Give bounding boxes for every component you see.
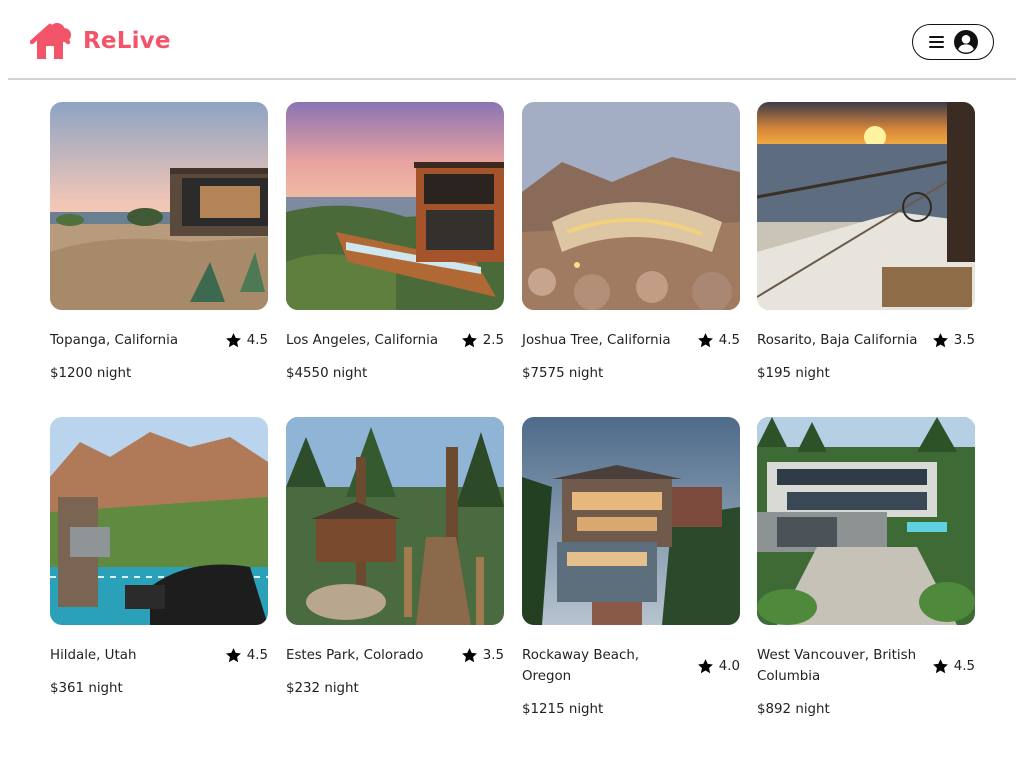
listing-price: $195 night: [757, 366, 830, 381]
listing-photo[interactable]: [757, 102, 975, 310]
listing-photo[interactable]: [757, 417, 975, 625]
listing-location[interactable]: Los Angeles, California: [286, 330, 438, 351]
star-icon: [225, 648, 241, 663]
rating-value: 4.5: [953, 658, 975, 674]
star-icon: [932, 658, 948, 673]
listing-photo[interactable]: [286, 102, 504, 310]
star-icon: [932, 333, 948, 348]
house-logo-icon: [30, 23, 71, 59]
listing-price: $1200 night: [50, 366, 132, 381]
rating-value: 4.5: [246, 648, 268, 663]
star-icon: [225, 333, 241, 348]
rating-value: 3.5: [953, 333, 975, 348]
listing-rating: 4.5: [932, 656, 975, 677]
listing-location[interactable]: West Vancouver, British Columbia: [757, 645, 922, 687]
listing-price: $361 night: [50, 681, 123, 696]
listing-card[interactable]: Los Angeles, California 2.5 $4550 night: [286, 102, 504, 383]
listing-photo[interactable]: [522, 417, 740, 625]
listing-rating: 3.5: [461, 645, 504, 666]
listing-price: $4550 night: [286, 366, 368, 381]
rating-value: 4.0: [718, 658, 740, 674]
listing-card[interactable]: Hildale, Utah 4.5 $361 night: [50, 417, 268, 698]
rating-value: 3.5: [482, 648, 504, 663]
star-icon: [461, 333, 477, 348]
listing-rating: 4.5: [225, 330, 268, 351]
listing-rating: 2.5: [461, 330, 504, 351]
listing-card[interactable]: Joshua Tree, California 4.5 $7575 night: [522, 102, 740, 383]
listing-photo[interactable]: [50, 417, 268, 625]
rating-value: 4.5: [246, 333, 268, 348]
hamburger-icon: [928, 33, 944, 52]
listing-photo[interactable]: [50, 102, 268, 310]
top-navbar: ReLive: [8, 0, 1016, 80]
listing-card[interactable]: West Vancouver, British Columbia 4.5 $89…: [757, 417, 975, 719]
listing-card[interactable]: Estes Park, Colorado 3.5 $232 night: [286, 417, 504, 698]
rating-value: 2.5: [482, 333, 504, 348]
listing-location[interactable]: Topanga, California: [50, 330, 178, 351]
listing-rating: 3.5: [932, 330, 975, 351]
listing-location[interactable]: Hildale, Utah: [50, 645, 136, 666]
listing-rating: 4.5: [225, 645, 268, 666]
star-icon: [697, 658, 713, 673]
listing-photo[interactable]: [522, 102, 740, 310]
listing-card[interactable]: Topanga, California 4.5 $1200 night: [50, 102, 268, 383]
listing-price: $1215 night: [522, 702, 604, 717]
listing-card[interactable]: Rosarito, Baja California 3.5 $195 night: [757, 102, 975, 383]
listing-card[interactable]: Rockaway Beach, Oregon 4.0 $1215 night: [522, 417, 740, 719]
user-avatar-icon: [953, 30, 978, 54]
listing-price: $7575 night: [522, 366, 604, 381]
listing-location[interactable]: Joshua Tree, California: [522, 330, 671, 351]
brand-name: ReLive: [83, 28, 171, 54]
listing-photo[interactable]: [286, 417, 504, 625]
star-icon: [461, 648, 477, 663]
rating-value: 4.5: [718, 333, 740, 348]
user-menu-button[interactable]: [912, 24, 994, 60]
listing-price: $232 night: [286, 681, 359, 696]
listing-location[interactable]: Rockaway Beach, Oregon: [522, 645, 687, 687]
brand-logo[interactable]: ReLive: [30, 21, 171, 61]
listing-location[interactable]: Estes Park, Colorado: [286, 645, 423, 666]
listing-rating: 4.0: [697, 656, 740, 677]
listing-rating: 4.5: [697, 330, 740, 351]
listing-price: $892 night: [757, 702, 830, 717]
listing-location[interactable]: Rosarito, Baja California: [757, 330, 917, 351]
star-icon: [697, 333, 713, 348]
